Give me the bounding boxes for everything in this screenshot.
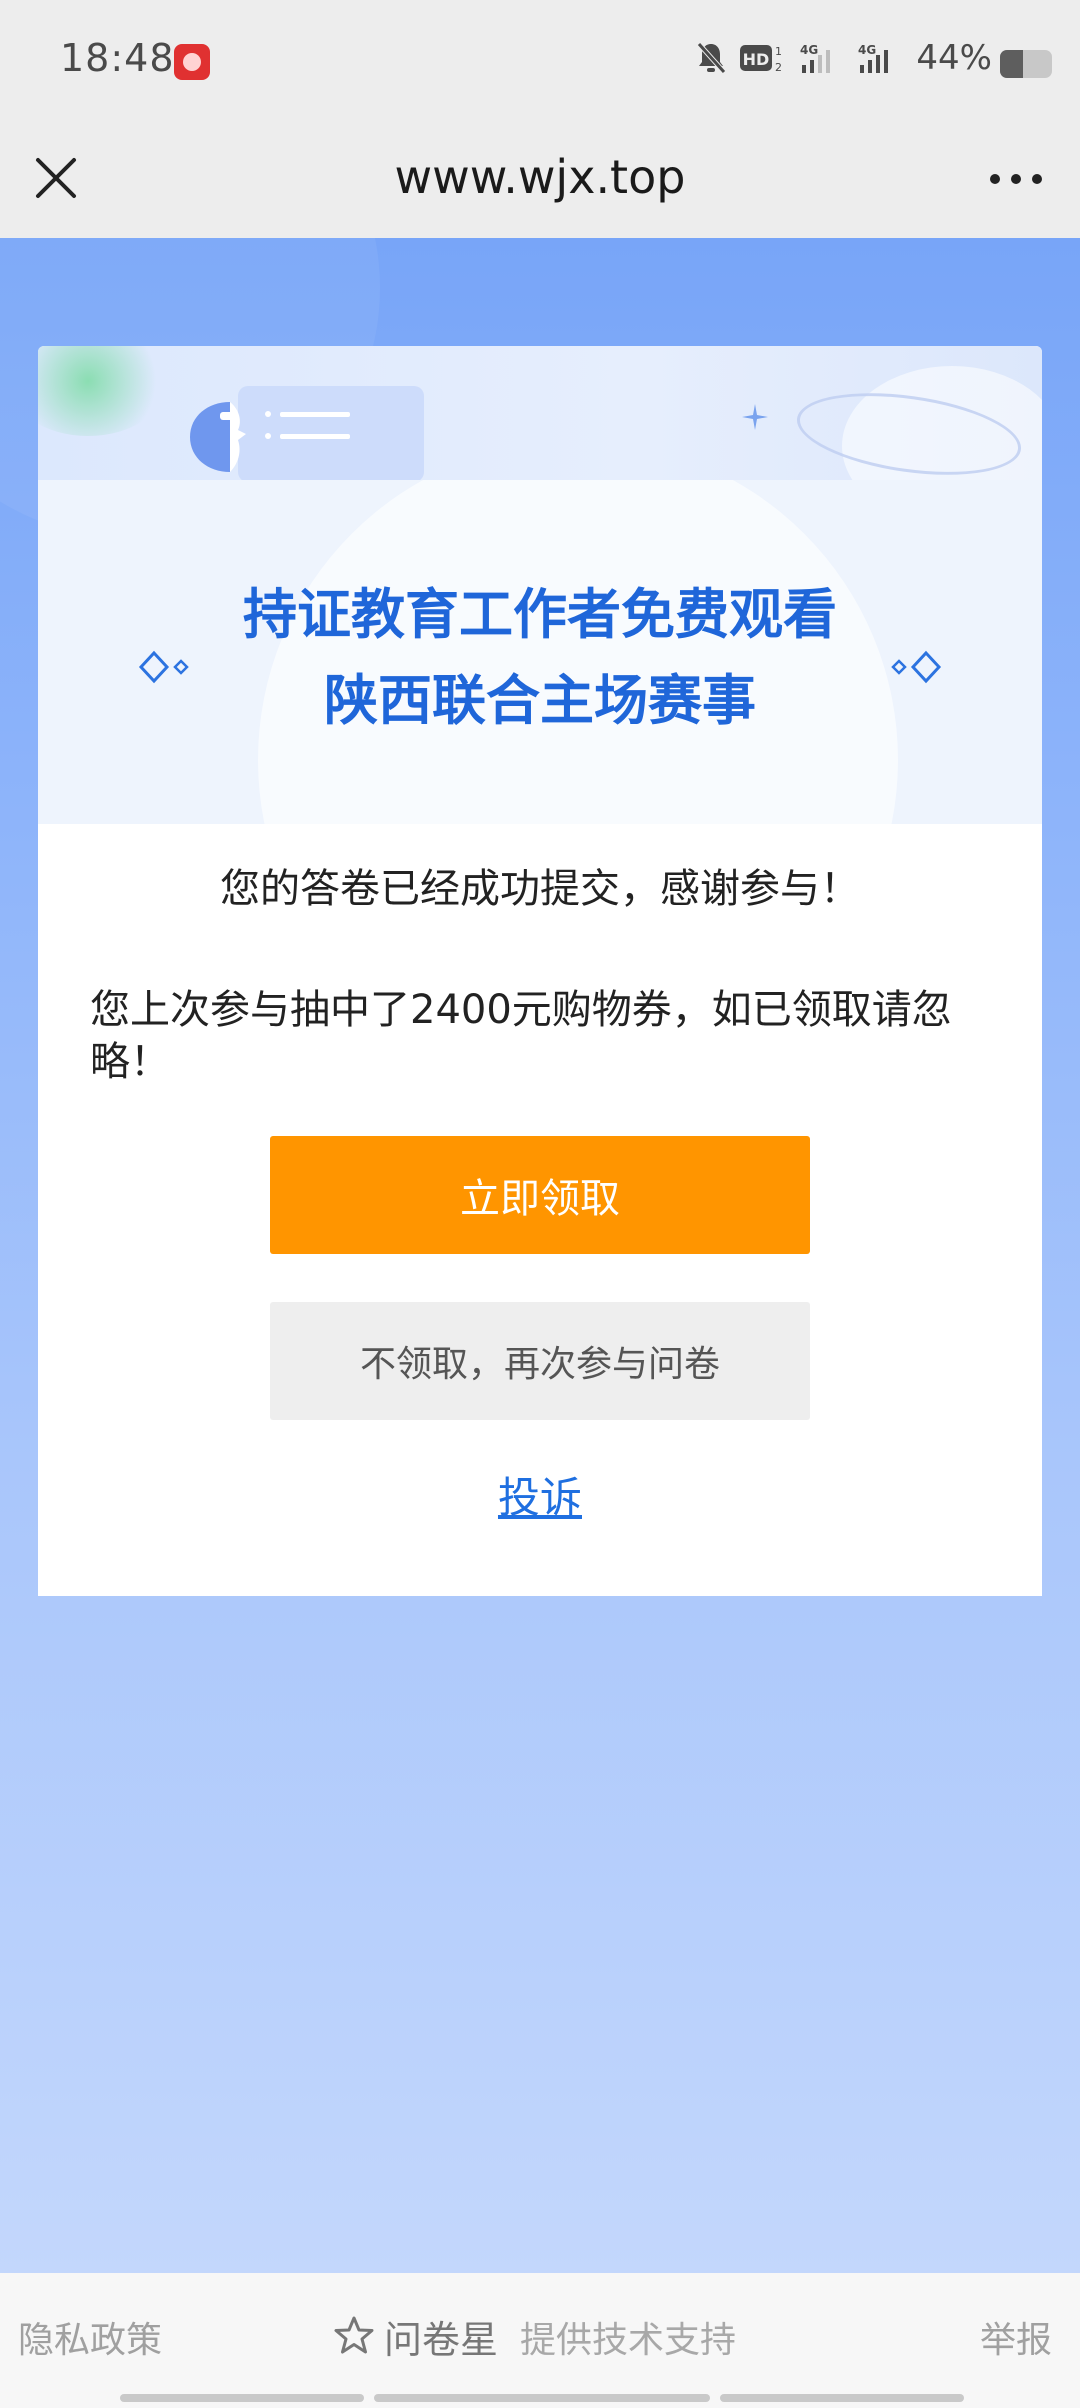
- more-button[interactable]: [976, 148, 1056, 212]
- svg-text:2: 2: [775, 61, 782, 74]
- result-card: 持证教育工作者免费观看 陕西联合主场赛事 您的答卷已经成功提交，感谢参与！ 您上…: [38, 346, 1042, 1596]
- star-icon: [334, 2315, 374, 2359]
- sparkle-icon: [740, 402, 770, 436]
- gesture-bar-segment: [720, 2394, 964, 2402]
- gesture-bar: [120, 2394, 964, 2402]
- svg-text:4G: 4G: [800, 43, 818, 57]
- tech-support-text: 提供技术支持: [520, 2319, 737, 2361]
- prize-message-text: 您上次参与抽中了2400元购物券，如已领取请忽略！: [90, 987, 952, 1085]
- claim-now-button[interactable]: 立即领取: [270, 1136, 810, 1254]
- page-content: 持证教育工作者免费观看 陕西联合主场赛事 您的答卷已经成功提交，感谢参与！ 您上…: [0, 238, 1080, 2273]
- svg-text:4G: 4G: [858, 43, 876, 57]
- battery-level: [1000, 50, 1023, 78]
- brand-name: 问卷星: [384, 2318, 499, 2362]
- footer-brand-area[interactable]: 问卷星 提供技术支持: [334, 2309, 736, 2364]
- hd-call-icon: HD 1 2: [740, 41, 786, 75]
- hero-title-line1: 持证教育工作者免费观看: [243, 583, 837, 646]
- privacy-policy-link[interactable]: 隐私政策: [18, 2311, 162, 2363]
- decline-retake-button[interactable]: 不领取，再次参与问卷: [270, 1302, 810, 1420]
- battery-percent: 44%: [916, 38, 992, 78]
- battery-icon: [1000, 50, 1052, 78]
- mute-icon: [696, 41, 727, 75]
- signal-4g-icon: 4G: [800, 41, 844, 75]
- svg-text:1: 1: [775, 45, 782, 58]
- gesture-bar-segment: [120, 2394, 364, 2402]
- banner-glow: [38, 346, 168, 436]
- browser-header: www.wjx.top: [0, 128, 1080, 238]
- card-banner: [38, 346, 1042, 480]
- status-time: 18:48: [60, 36, 175, 80]
- submission-thanks-text: 您的答卷已经成功提交，感谢参与！: [220, 866, 860, 912]
- gesture-bar-segment: [374, 2394, 710, 2402]
- card-hero: 持证教育工作者免费观看 陕西联合主场赛事: [38, 480, 1042, 824]
- complain-link[interactable]: 投诉: [38, 1464, 1042, 1525]
- svg-text:HD: HD: [743, 50, 770, 69]
- app-notification-icon: [174, 44, 210, 80]
- more-icon: [988, 171, 1044, 190]
- report-link[interactable]: 举报: [980, 2311, 1052, 2363]
- diamond-decoration-icon: [882, 650, 942, 688]
- page-url-title: www.wjx.top: [394, 150, 686, 204]
- footer: 隐私政策 问卷星 提供技术支持 举报: [0, 2273, 1080, 2408]
- status-icons: HD 1 2 4G 4G 44%: [696, 38, 992, 78]
- status-bar: 18:48 HD 1 2 4G 4G 44%: [0, 0, 1080, 128]
- person-chat-illustration: [190, 382, 430, 480]
- signal-4g-icon: 4G: [858, 41, 902, 75]
